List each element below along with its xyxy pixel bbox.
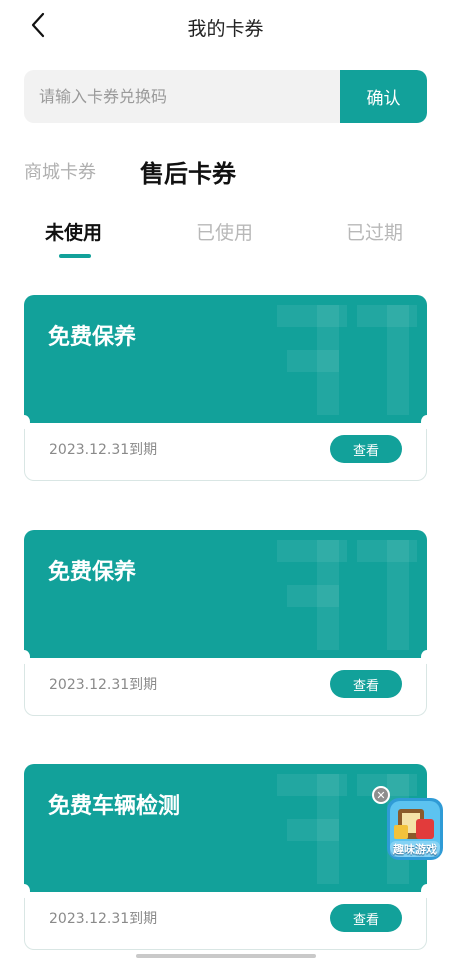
close-icon: ✕ bbox=[376, 788, 386, 802]
coupon-expiry: 2023.12.31到期 bbox=[49, 911, 158, 927]
coupon-footer: 2023.12.31到期 查看 bbox=[24, 892, 427, 950]
category-tab-after-sales[interactable]: 售后卡券 bbox=[140, 154, 236, 189]
watermark-logo-icon bbox=[277, 305, 417, 415]
view-coupon-button[interactable]: 查看 bbox=[330, 904, 402, 932]
coupon-name: 免费保养 bbox=[48, 325, 137, 350]
coupon-expiry: 2023.12.31到期 bbox=[49, 677, 158, 693]
floating-game-widget[interactable]: 趣味游戏 bbox=[386, 797, 444, 861]
card-notch bbox=[421, 884, 433, 898]
view-coupon-button[interactable]: 查看 bbox=[330, 435, 402, 463]
coupon-header: 免费车辆检测 bbox=[24, 764, 427, 892]
header: 我的卡券 bbox=[0, 0, 451, 52]
coupon-name: 免费车辆检测 bbox=[48, 794, 181, 819]
card-notch bbox=[421, 415, 433, 429]
tab-unused[interactable]: 未使用 bbox=[45, 218, 102, 245]
coupon-card: 免费保养 2023.12.31到期 查看 bbox=[18, 295, 433, 481]
coupon-card: 免费保养 2023.12.31到期 查看 bbox=[18, 530, 433, 716]
redeem-bar: 确认 bbox=[24, 70, 427, 123]
coupon-header: 免费保养 bbox=[24, 295, 427, 423]
card-notch bbox=[18, 884, 30, 898]
coupon-footer: 2023.12.31到期 查看 bbox=[24, 423, 427, 481]
coupon-expiry: 2023.12.31到期 bbox=[49, 442, 158, 458]
tab-expired[interactable]: 已过期 bbox=[346, 218, 403, 245]
tab-active-indicator bbox=[59, 254, 91, 258]
coupon-name: 免费保养 bbox=[48, 560, 137, 585]
coupon-card: 免费车辆检测 2023.12.31到期 查看 bbox=[18, 764, 433, 950]
card-notch bbox=[421, 650, 433, 664]
watermark-logo-icon bbox=[277, 540, 417, 650]
close-widget-button[interactable]: ✕ bbox=[372, 786, 390, 804]
coupon-footer: 2023.12.31到期 查看 bbox=[24, 658, 427, 716]
redeem-code-input[interactable] bbox=[24, 70, 340, 123]
confirm-button[interactable]: 确认 bbox=[340, 70, 427, 123]
category-tab-mall[interactable]: 商城卡券 bbox=[24, 158, 96, 184]
card-notch bbox=[18, 650, 30, 664]
tab-used[interactable]: 已使用 bbox=[196, 218, 253, 245]
coupon-header: 免费保养 bbox=[24, 530, 427, 658]
page-title: 我的卡券 bbox=[187, 18, 264, 40]
view-coupon-button[interactable]: 查看 bbox=[330, 670, 402, 698]
card-notch bbox=[18, 415, 30, 429]
home-indicator bbox=[136, 954, 316, 958]
floating-widget-label: 趣味游戏 bbox=[393, 843, 437, 856]
